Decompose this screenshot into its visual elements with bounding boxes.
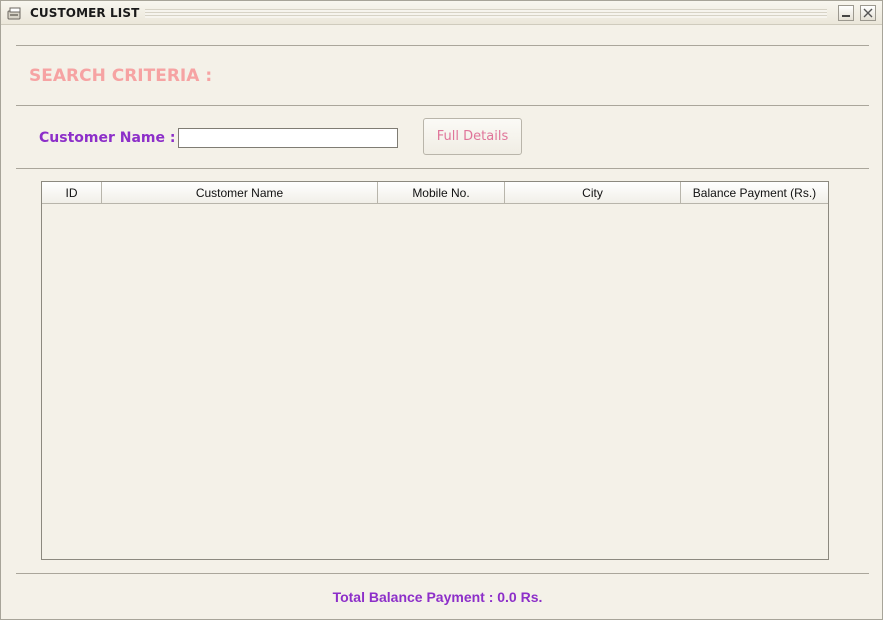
customer-name-label: Customer Name :	[39, 130, 176, 146]
close-button[interactable]	[860, 5, 876, 21]
section-title: SEARCH CRITERIA :	[29, 66, 213, 86]
divider-search	[16, 105, 869, 106]
customer-list-window: CUSTOMER LIST SEARCH CRITERIA : Customer…	[0, 0, 883, 620]
column-header-balance-payment[interactable]: Balance Payment (Rs.)	[681, 182, 828, 203]
minimize-button[interactable]	[838, 5, 854, 21]
title-bar-grip	[145, 9, 827, 18]
full-details-button[interactable]: Full Details	[423, 118, 522, 155]
close-icon	[863, 8, 873, 18]
customer-name-input[interactable]	[178, 128, 398, 148]
divider-table	[16, 168, 869, 169]
divider-footer	[16, 573, 869, 574]
divider-top	[16, 45, 869, 46]
column-header-customer-name[interactable]: Customer Name	[102, 182, 378, 203]
column-header-city[interactable]: City	[505, 182, 681, 203]
table-header: ID Customer Name Mobile No. City Balance…	[42, 182, 828, 204]
column-header-id[interactable]: ID	[42, 182, 102, 203]
app-icon	[7, 6, 23, 20]
total-balance-payment: Total Balance Payment : 0.0 Rs.	[332, 589, 543, 605]
title-bar[interactable]: CUSTOMER LIST	[1, 1, 882, 25]
column-header-mobile-no[interactable]: Mobile No.	[378, 182, 505, 203]
table-body[interactable]	[42, 204, 828, 559]
minimize-icon	[842, 15, 850, 17]
customer-table[interactable]: ID Customer Name Mobile No. City Balance…	[41, 181, 829, 560]
window-title: CUSTOMER LIST	[30, 6, 140, 20]
